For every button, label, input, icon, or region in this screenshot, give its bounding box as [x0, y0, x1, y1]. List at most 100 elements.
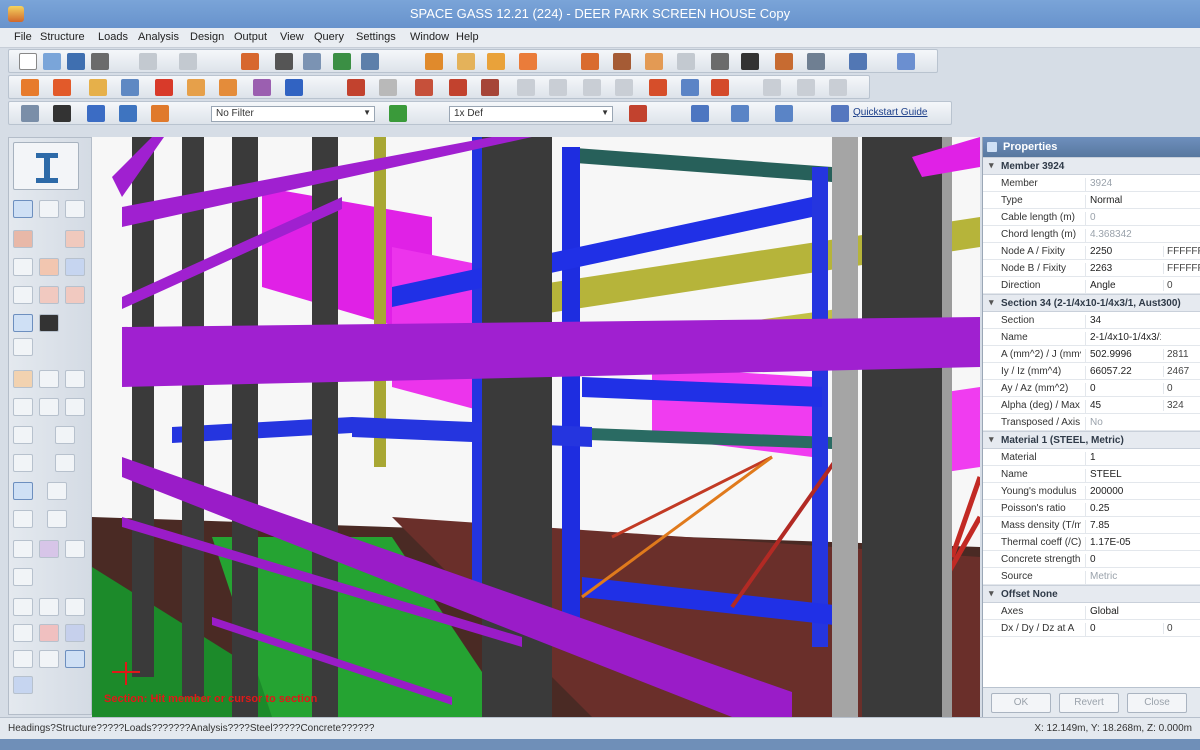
close-button[interactable]: Close — [1127, 693, 1187, 713]
node-tool-icon[interactable] — [425, 53, 443, 70]
help-icon[interactable] — [849, 53, 867, 70]
menu-analysis[interactable]: Analysis — [138, 31, 179, 43]
tool-load-e-icon[interactable] — [39, 398, 59, 416]
new-file-icon[interactable] — [19, 53, 37, 70]
save-icon[interactable] — [67, 53, 85, 70]
prop-row[interactable]: Name STEEL — [983, 466, 1200, 483]
undo-icon[interactable] — [139, 53, 157, 70]
tool-frame-h-icon[interactable] — [39, 650, 59, 668]
prop-row[interactable]: Node A / Fixity 2250 FFFFFF — [983, 243, 1200, 260]
prop-row[interactable]: Type Normal — [983, 192, 1200, 209]
tool-load-d-icon[interactable] — [13, 398, 33, 416]
tool-dim-icon[interactable] — [47, 482, 67, 500]
camera-icon[interactable] — [741, 53, 759, 70]
print-icon[interactable] — [91, 53, 109, 70]
offset-icon[interactable] — [481, 79, 499, 96]
table-icon[interactable] — [807, 53, 825, 70]
flag-icon[interactable] — [649, 79, 667, 96]
extrude-icon[interactable] — [285, 79, 303, 96]
group-section[interactable]: ▾ Section 34 (2-1/4x10-1/4x3/1, Aust300) — [983, 294, 1200, 312]
tool-mesh-icon[interactable] — [13, 286, 33, 304]
prop-row[interactable]: Mass density (T/m3) 7.85 — [983, 517, 1200, 534]
prop-row[interactable]: Source Metric — [983, 568, 1200, 585]
window-select-icon[interactable] — [87, 105, 105, 122]
refresh-icon[interactable] — [53, 79, 71, 96]
prop-row[interactable]: Axes Global — [983, 603, 1200, 620]
tool-arc-icon[interactable] — [39, 258, 59, 276]
tool-load-a-icon[interactable] — [13, 370, 33, 388]
menu-view[interactable]: View — [280, 31, 304, 43]
member-tool-icon[interactable] — [457, 53, 475, 70]
filter-dropdown[interactable]: No Filter ▼ — [211, 106, 375, 122]
menu-design[interactable]: Design — [190, 31, 224, 43]
rotate-icon[interactable] — [219, 79, 237, 96]
binoculars-icon[interactable] — [53, 105, 71, 122]
tool-frame-g-icon[interactable] — [13, 650, 33, 668]
menu-structure[interactable]: Structure — [40, 31, 85, 43]
tool-load-g-icon[interactable] — [13, 426, 33, 444]
renumber-icon[interactable] — [583, 79, 601, 96]
menu-query[interactable]: Query — [314, 31, 344, 43]
prop-row[interactable]: Member 3924 — [983, 175, 1200, 192]
tool-chart-a-icon[interactable] — [13, 540, 33, 558]
tool-pin-icon[interactable] — [13, 676, 33, 694]
layout-icon[interactable] — [897, 53, 915, 70]
tool-diagonal-icon[interactable] — [39, 286, 59, 304]
tool-chart-b-icon[interactable] — [39, 540, 59, 558]
prop-row[interactable]: Young's modulus 200000 — [983, 483, 1200, 500]
load-icon[interactable] — [645, 53, 663, 70]
pin-icon[interactable] — [987, 142, 997, 152]
prop-row[interactable]: Name 2-1/4x10-1/4x3/1 — [983, 329, 1200, 346]
group-member[interactable]: ▾ Member 3924 — [983, 157, 1200, 175]
settings-icon[interactable] — [711, 53, 729, 70]
copy-icon[interactable] — [89, 79, 107, 96]
prop-row[interactable]: Concrete strength 0 — [983, 551, 1200, 568]
prop-row[interactable]: Material 1 — [983, 449, 1200, 466]
tool-xy-icon[interactable] — [13, 482, 33, 500]
open-file-icon[interactable] — [43, 53, 61, 70]
tool-load-j-icon[interactable] — [55, 454, 75, 472]
prop-row[interactable]: Thermal coeff (/C) 1.17E-05 — [983, 534, 1200, 551]
tool-grid-icon[interactable] — [65, 200, 85, 218]
tool-ball-icon[interactable] — [39, 314, 59, 332]
tool-t-icon[interactable] — [13, 338, 33, 356]
prop-row[interactable]: Ay / Az (mm^2) 0 0 — [983, 380, 1200, 397]
axes-icon[interactable] — [731, 105, 749, 122]
mirror-icon[interactable] — [187, 79, 205, 96]
restraint-tool-icon[interactable] — [519, 53, 537, 70]
tool-load-c-icon[interactable] — [65, 370, 85, 388]
paint-icon[interactable] — [333, 53, 351, 70]
window-icon[interactable] — [303, 53, 321, 70]
tool-dotted-icon[interactable] — [65, 258, 85, 276]
add-node-icon[interactable] — [21, 79, 39, 96]
tool-move-icon[interactable] — [13, 258, 33, 276]
tool-frame-f-icon[interactable] — [65, 624, 85, 642]
check-icon[interactable] — [615, 79, 633, 96]
pointer-tool-icon[interactable] — [275, 53, 293, 70]
menu-file[interactable]: File — [14, 31, 32, 43]
prop-row[interactable]: Transposed / Axis No — [983, 414, 1200, 431]
tool-frame-c-icon[interactable] — [65, 598, 85, 616]
filter-grid-icon[interactable] — [763, 79, 781, 96]
model-viewport[interactable]: Section: Hit member or cursor to section — [92, 137, 980, 717]
prop-row[interactable]: Poisson's ratio 0.25 — [983, 500, 1200, 517]
prop-row[interactable]: Cable length (m) 0 — [983, 209, 1200, 226]
scale-dropdown[interactable]: 1x Def ▼ — [449, 106, 613, 122]
intersect-icon[interactable] — [415, 79, 433, 96]
report-icon[interactable] — [775, 53, 793, 70]
ok-button[interactable]: OK — [991, 693, 1051, 713]
menu-loads[interactable]: Loads — [98, 31, 128, 43]
view-grid-icon[interactable] — [797, 79, 815, 96]
select-icon[interactable] — [21, 105, 39, 122]
tool-line-icon[interactable] — [65, 230, 85, 248]
delete-icon[interactable] — [155, 79, 173, 96]
prop-row[interactable]: Alpha (deg) / Max 45 324 — [983, 397, 1200, 414]
tool-load-i-icon[interactable] — [13, 454, 33, 472]
tool-text-icon[interactable] — [13, 314, 33, 332]
link-icon[interactable] — [677, 53, 695, 70]
join-icon[interactable] — [449, 79, 467, 96]
group-offset[interactable]: ▾ Offset None — [983, 585, 1200, 603]
menu-help[interactable]: Help — [456, 31, 479, 43]
tool-frame-a-icon[interactable] — [13, 598, 33, 616]
prop-row[interactable]: Direction Angle 0 — [983, 277, 1200, 294]
